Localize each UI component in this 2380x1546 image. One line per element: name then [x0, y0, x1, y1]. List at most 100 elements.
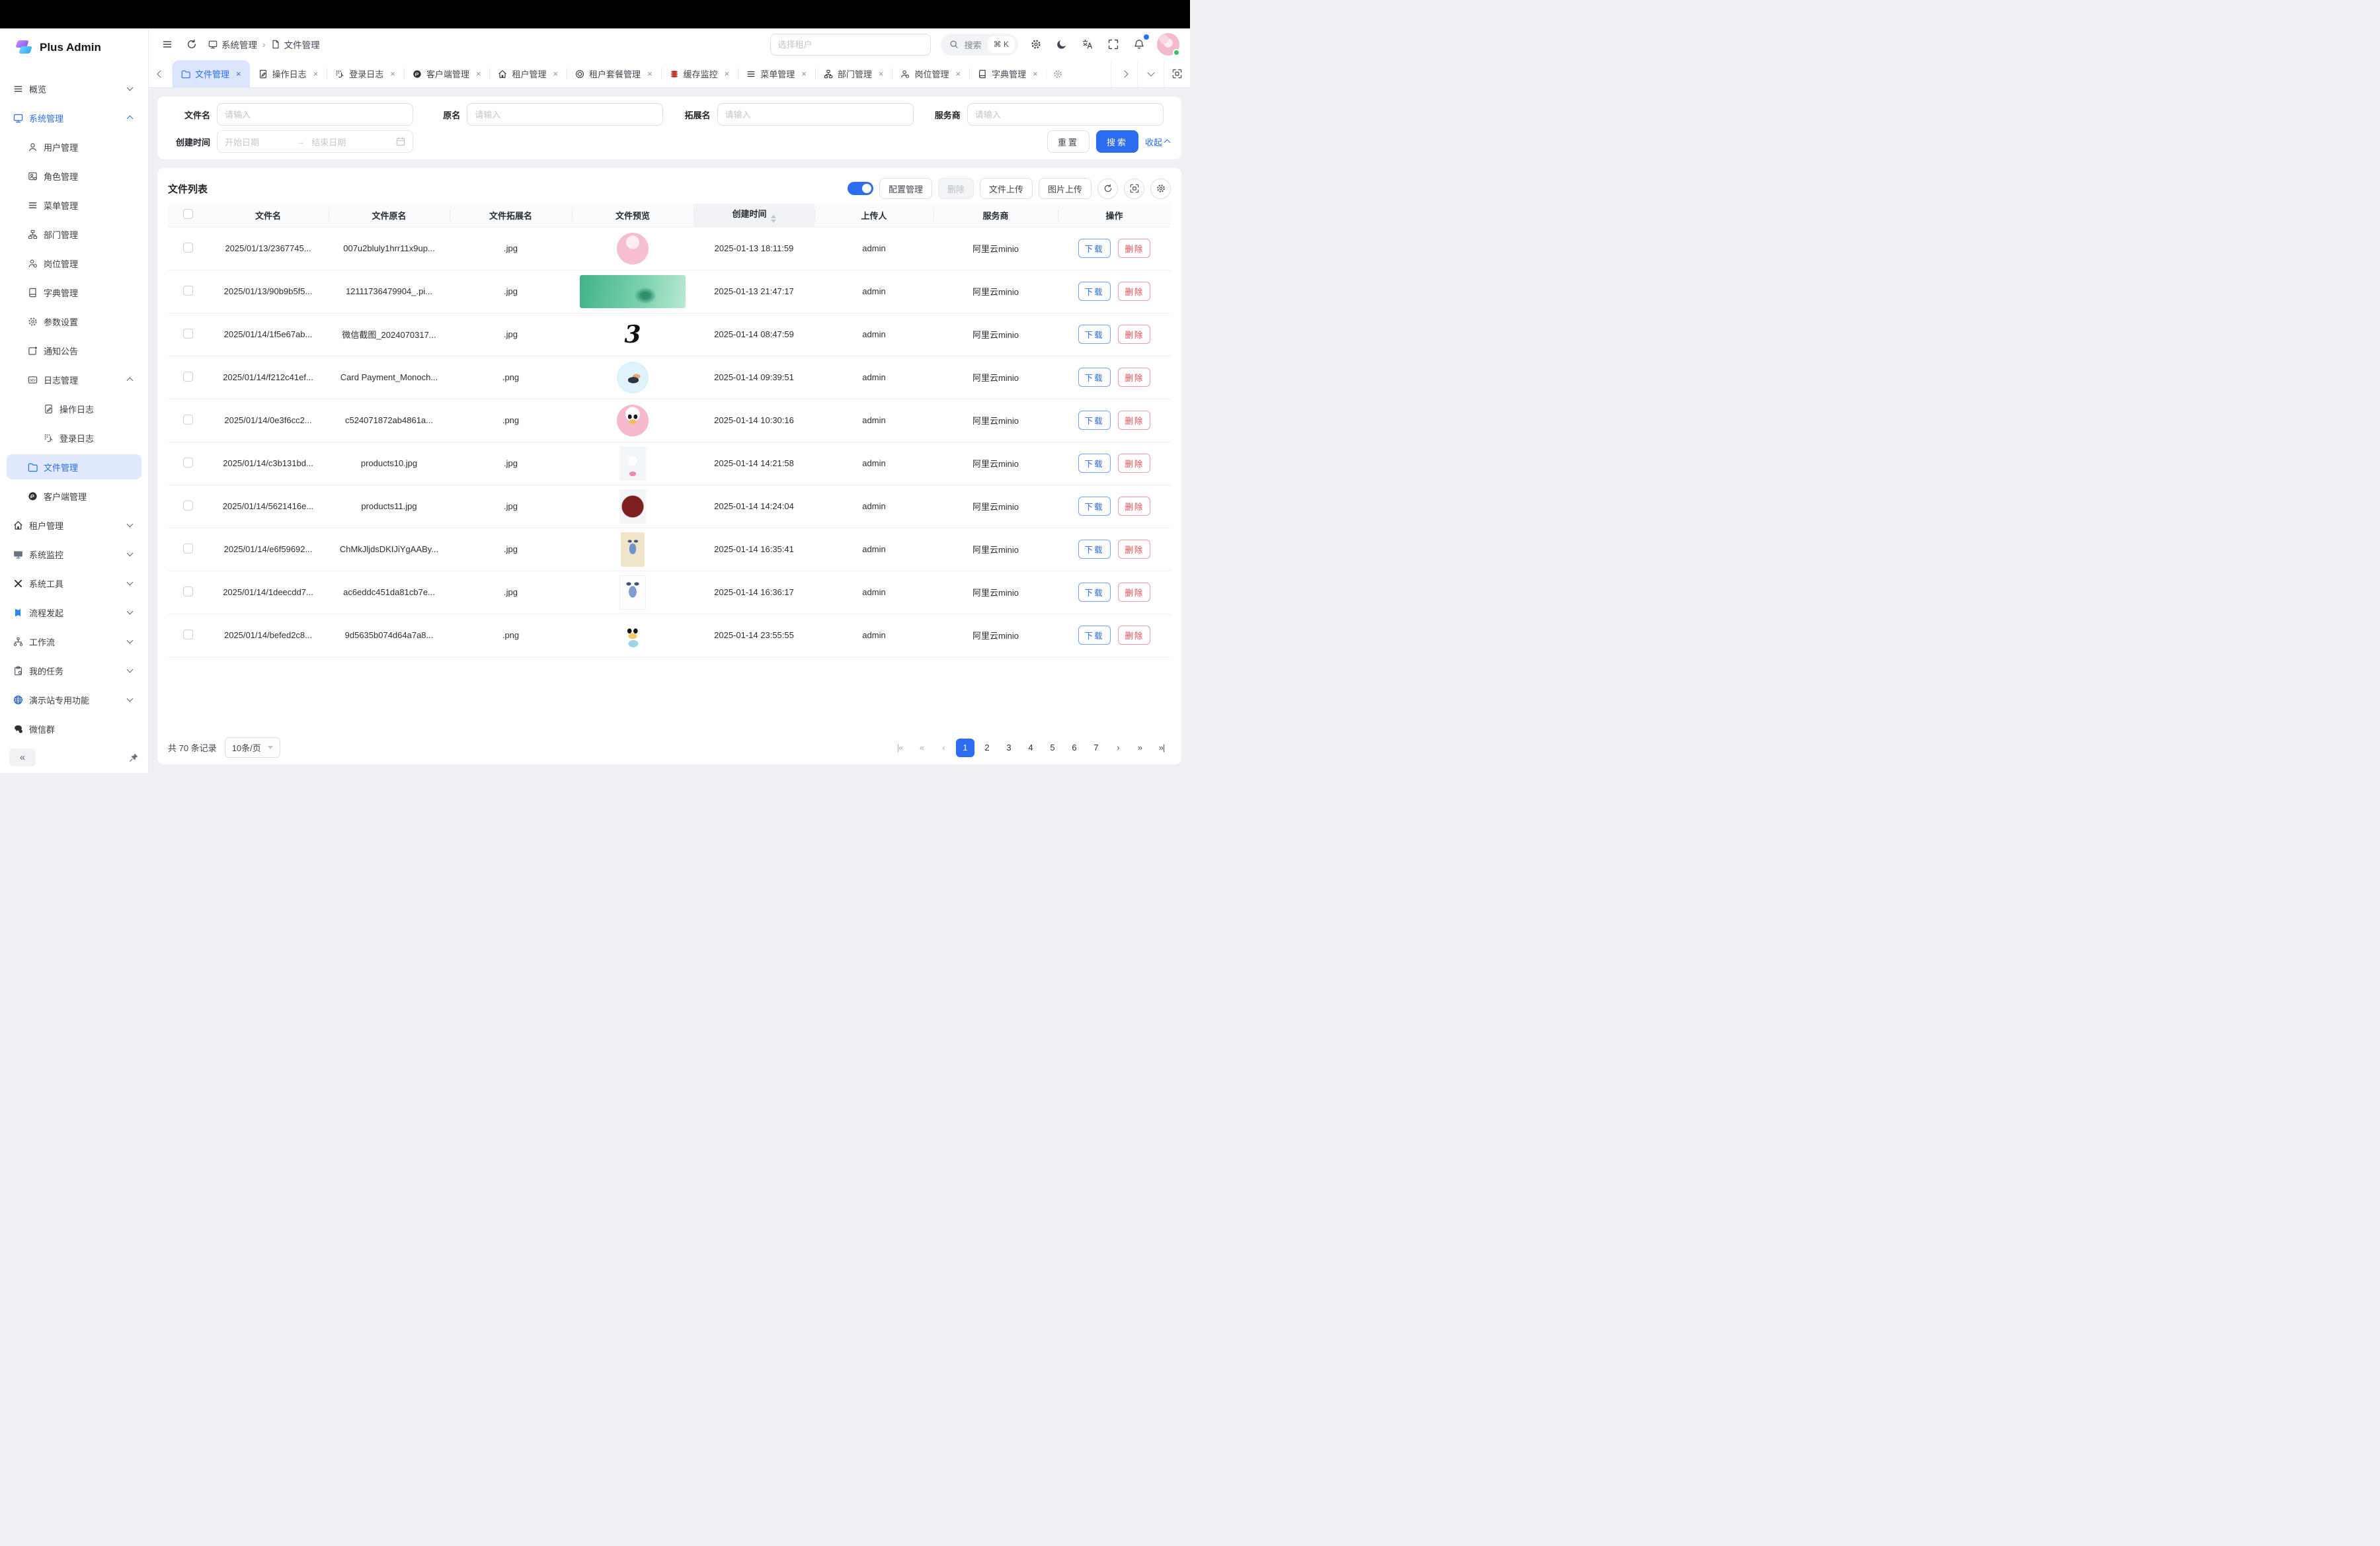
- page-number-button[interactable]: 4: [1021, 739, 1040, 757]
- tab[interactable]: 客户端管理 ×: [404, 60, 490, 87]
- row-checkbox[interactable]: [183, 587, 193, 596]
- filter-field-input[interactable]: [717, 103, 914, 126]
- page-number-button[interactable]: 2: [978, 739, 996, 757]
- page-number-button[interactable]: 6: [1065, 739, 1084, 757]
- row-checkbox[interactable]: [183, 415, 193, 425]
- close-tab-icon[interactable]: ×: [553, 69, 558, 79]
- jump-back-button[interactable]: «: [912, 739, 931, 757]
- date-range-picker[interactable]: 开始日期 结束日期: [217, 130, 413, 153]
- last-page-button[interactable]: »|: [1152, 739, 1171, 757]
- column-header[interactable]: 上传人: [814, 204, 933, 227]
- content-fullscreen-button[interactable]: [1164, 60, 1190, 87]
- sidebar-item[interactable]: 流程发起: [7, 600, 141, 625]
- column-settings-button[interactable]: [1150, 179, 1171, 199]
- download-button[interactable]: 下载: [1078, 368, 1111, 387]
- column-header[interactable]: 文件名: [208, 204, 329, 227]
- user-avatar[interactable]: [1157, 33, 1179, 56]
- close-tab-icon[interactable]: ×: [879, 69, 884, 79]
- file-preview-image[interactable]: [617, 362, 649, 393]
- collapse-sidebar-button[interactable]: «: [9, 749, 36, 766]
- sidebar-item[interactable]: 租户管理: [7, 512, 141, 538]
- tab[interactable]: 部门管理 ×: [815, 60, 892, 87]
- sidebar-item[interactable]: 通知公告: [7, 338, 141, 363]
- tab[interactable]: 操作日志 ×: [250, 60, 327, 87]
- sidebar-item[interactable]: 我的任务: [7, 658, 141, 683]
- sidebar-item[interactable]: 登录日志: [7, 425, 141, 450]
- row-checkbox[interactable]: [183, 501, 193, 510]
- sidebar-item[interactable]: 系统管理: [7, 105, 141, 130]
- row-checkbox[interactable]: [183, 544, 193, 553]
- page-size-select[interactable]: 10条/页: [225, 737, 280, 758]
- table-config-toggle[interactable]: [848, 182, 873, 195]
- close-tab-icon[interactable]: ×: [236, 69, 241, 79]
- file-preview-image[interactable]: 3: [617, 317, 648, 352]
- sidebar-item[interactable]: 微信群: [7, 716, 141, 741]
- close-tab-icon[interactable]: ×: [956, 69, 961, 79]
- file-preview-image[interactable]: [617, 620, 649, 651]
- first-page-button[interactable]: |«: [891, 739, 909, 757]
- delete-button[interactable]: 删除: [1118, 497, 1150, 516]
- next-page-button[interactable]: ›: [1109, 739, 1127, 757]
- tab[interactable]: 菜单管理 ×: [738, 60, 815, 87]
- notifications-button[interactable]: [1131, 36, 1147, 52]
- toolbar-button[interactable]: 文件上传: [980, 178, 1033, 199]
- filter-field-input[interactable]: [467, 103, 663, 126]
- tabs-dropdown-button[interactable]: [1137, 60, 1164, 87]
- close-tab-icon[interactable]: ×: [1033, 69, 1038, 79]
- close-tab-icon[interactable]: ×: [647, 69, 653, 79]
- row-checkbox[interactable]: [183, 458, 193, 468]
- tab[interactable]: ×: [1047, 60, 1066, 87]
- sidebar-item[interactable]: 文件管理: [7, 454, 141, 479]
- close-tab-icon[interactable]: ×: [476, 69, 481, 79]
- delete-button[interactable]: 删除: [1118, 239, 1150, 258]
- column-header[interactable]: 文件拓展名: [450, 204, 572, 227]
- download-button[interactable]: 下载: [1078, 454, 1111, 473]
- sidebar-item[interactable]: 字典管理: [7, 280, 141, 305]
- search-button[interactable]: 搜索: [1096, 130, 1138, 153]
- sidebar-item[interactable]: 菜单管理: [7, 192, 141, 218]
- sidebar-item[interactable]: 部门管理: [7, 222, 141, 247]
- tab[interactable]: 文件管理 ×: [173, 60, 250, 87]
- file-preview-image[interactable]: [580, 275, 686, 308]
- sidebar-item[interactable]: 演示站专用功能: [7, 687, 141, 712]
- row-checkbox[interactable]: [183, 329, 193, 339]
- sidebar-item[interactable]: 系统监控: [7, 542, 141, 567]
- tab[interactable]: 岗位管理 ×: [892, 60, 969, 87]
- tab[interactable]: 缓存监控 ×: [661, 60, 738, 87]
- delete-button[interactable]: 删除: [1118, 411, 1150, 430]
- file-preview-image[interactable]: [619, 489, 646, 524]
- global-search-button[interactable]: 搜索 ⌘ K: [941, 34, 1018, 56]
- table-fullscreen-button[interactable]: [1124, 179, 1144, 199]
- breadcrumb-item[interactable]: 文件管理: [271, 38, 320, 51]
- download-button[interactable]: 下载: [1078, 239, 1111, 258]
- page-number-button[interactable]: 3: [1000, 739, 1018, 757]
- download-button[interactable]: 下载: [1078, 583, 1111, 602]
- delete-button[interactable]: 删除: [1118, 368, 1150, 387]
- close-tab-icon[interactable]: ×: [390, 69, 395, 79]
- page-number-button[interactable]: 1: [956, 739, 974, 757]
- sidebar-item[interactable]: 工作流: [7, 629, 141, 654]
- tab[interactable]: 租户套餐管理 ×: [567, 60, 661, 87]
- tab[interactable]: 登录日志 ×: [327, 60, 404, 87]
- row-checkbox[interactable]: [183, 630, 193, 639]
- sort-icon[interactable]: [771, 215, 776, 223]
- sidebar-item[interactable]: 参数设置: [7, 309, 141, 334]
- close-tab-icon[interactable]: ×: [725, 69, 730, 79]
- jump-forward-button[interactable]: »: [1130, 739, 1149, 757]
- scroll-tabs-right-button[interactable]: [1111, 60, 1137, 87]
- sidebar-item[interactable]: 系统工具: [7, 571, 141, 596]
- download-button[interactable]: 下载: [1078, 282, 1111, 301]
- refresh-page-button[interactable]: [184, 36, 200, 52]
- delete-button[interactable]: 删除: [1118, 583, 1150, 602]
- breadcrumb-item[interactable]: 系统管理: [208, 38, 257, 51]
- file-preview-image[interactable]: [617, 233, 649, 264]
- row-checkbox[interactable]: [183, 286, 193, 296]
- file-preview-image[interactable]: [619, 446, 646, 481]
- filter-field-input[interactable]: [967, 103, 1164, 126]
- column-header[interactable]: 文件预览: [572, 204, 694, 227]
- sidebar-item[interactable]: 角色管理: [7, 163, 141, 188]
- sidebar-item[interactable]: 用户管理: [7, 134, 141, 159]
- tenant-select-input[interactable]: [770, 34, 931, 56]
- sidebar-item[interactable]: 操作日志: [7, 396, 141, 421]
- download-button[interactable]: 下载: [1078, 626, 1111, 645]
